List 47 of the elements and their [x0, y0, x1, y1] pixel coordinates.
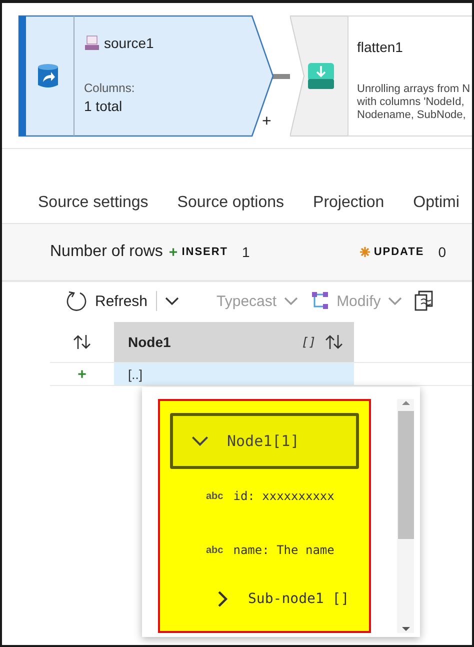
source-node[interactable]: source1 Columns: 1 total + — [18, 15, 274, 137]
type-label: abc — [206, 490, 224, 502]
add-button[interactable]: + — [262, 113, 272, 131]
insert-marker: + — [78, 366, 86, 382]
scroll-up-icon[interactable] — [400, 399, 411, 407]
type-label: abc — [206, 544, 224, 556]
column-header[interactable]: Node1 [] — [114, 322, 354, 362]
rows-label: Number of rows — [50, 243, 163, 261]
sort-icon[interactable] — [324, 334, 344, 350]
insert-label: INSERT — [182, 246, 228, 258]
tree-node-header[interactable]: Node1[1] — [170, 413, 360, 469]
columns-count: 1 total — [84, 98, 124, 114]
sort-icon[interactable] — [72, 334, 92, 350]
flatten-icon — [308, 63, 334, 89]
source-icon — [84, 35, 100, 51]
tab[interactable]: Source settings — [38, 188, 148, 220]
scrollbar[interactable] — [397, 399, 414, 633]
scroll-down-icon[interactable] — [400, 625, 411, 633]
update-count: 0 — [438, 244, 446, 260]
table-cell[interactable]: [..] — [114, 363, 354, 385]
tab[interactable]: Optimi — [413, 188, 460, 220]
field-value: name: The name — [233, 543, 334, 557]
modify-icon — [310, 291, 330, 311]
insert-icon: + — [168, 244, 178, 260]
chevron-down-icon — [284, 296, 298, 306]
column-name: Node1 — [128, 334, 172, 350]
node-description: Unrolling arrays from N — [357, 83, 470, 96]
chevron-down-icon — [164, 296, 179, 306]
refresh-button[interactable]: Refresh — [66, 287, 148, 315]
insert-count: 1 — [242, 244, 250, 260]
node-description: with columns 'NodeId, — [357, 96, 466, 109]
tab[interactable]: Source options — [177, 188, 284, 220]
node-title: flatten1 — [357, 39, 404, 55]
type-label: [] — [302, 335, 316, 349]
update-label: UPDATE — [374, 246, 424, 258]
node-description: Nodename, SubNode, — [357, 109, 467, 122]
columns-label: Columns: — [84, 81, 136, 95]
chevron-down-icon — [388, 296, 402, 306]
node-title: source1 — [104, 35, 154, 51]
chevron-right-icon — [218, 591, 228, 607]
database-icon — [37, 63, 59, 89]
refresh-icon — [66, 290, 88, 312]
tree-node[interactable]: Sub-node1 [] — [218, 577, 360, 621]
update-icon — [360, 247, 370, 257]
field-value: id: xxxxxxxxxx — [233, 489, 334, 503]
chevron-down-icon — [191, 436, 209, 446]
tab[interactable]: Projection — [313, 188, 384, 220]
